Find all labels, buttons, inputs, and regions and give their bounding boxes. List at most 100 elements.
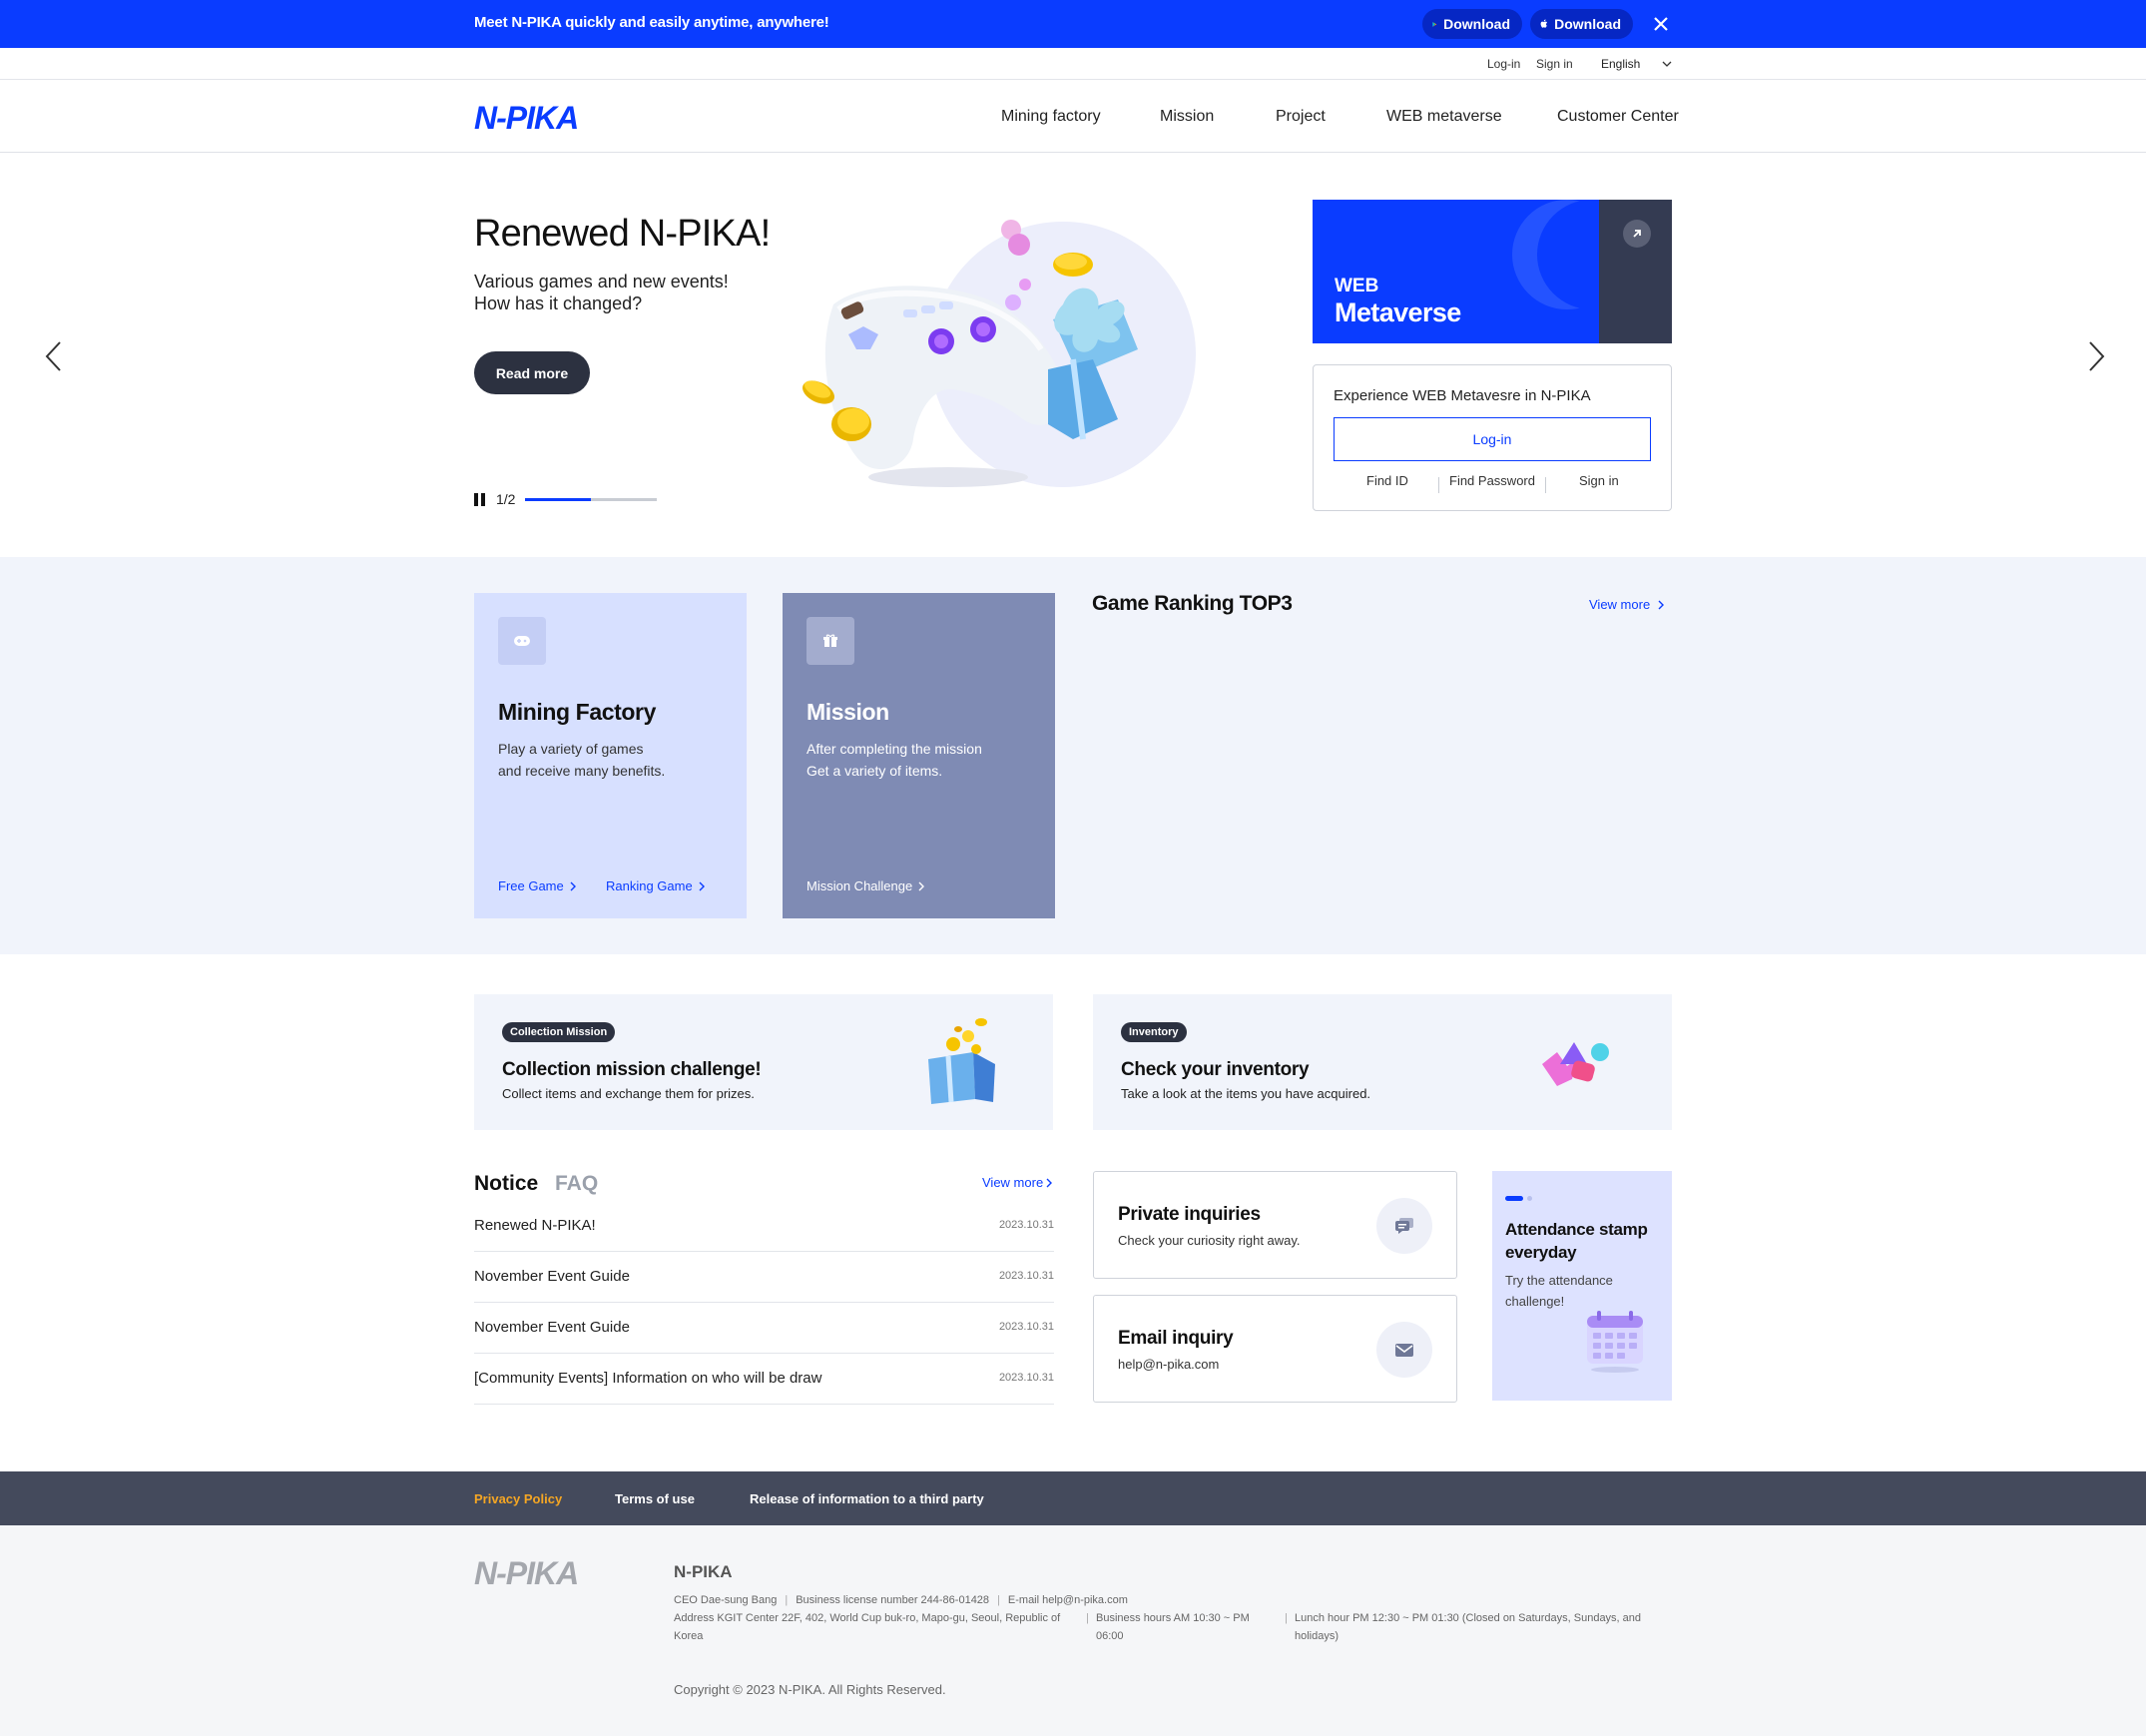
collection-mission-title: Collection mission challenge! bbox=[502, 1059, 762, 1080]
site-logo[interactable]: N-PIKA bbox=[474, 100, 579, 137]
attendance-desc: Try the attendance challenge! bbox=[1505, 1273, 1613, 1309]
ranking-game-link[interactable]: Ranking Game bbox=[606, 878, 705, 893]
collection-mission-badge: Collection Mission bbox=[502, 1022, 616, 1042]
nav-customer-center[interactable]: Customer Center bbox=[1557, 108, 1679, 126]
game-ranking-title: Game Ranking TOP3 bbox=[1092, 592, 1293, 615]
mail-icon bbox=[1376, 1322, 1432, 1378]
hero-pager: 1/2 bbox=[474, 491, 658, 507]
footer-info-row1: CEO Dae-sung Bang | Business license num… bbox=[674, 1591, 1128, 1609]
inventory-banner[interactable]: Inventory Check your inventory Take a lo… bbox=[1093, 994, 1672, 1130]
sign-in-link[interactable]: Sign in bbox=[1579, 473, 1619, 488]
private-inquiry-card[interactable]: Private inquiries Check your curiosity r… bbox=[1093, 1171, 1457, 1279]
inventory-desc: Take a look at the items you have acquir… bbox=[1121, 1086, 1371, 1101]
close-banner-button[interactable] bbox=[1647, 10, 1675, 38]
mining-factory-desc-line1: Play a variety of games bbox=[498, 741, 644, 757]
notice-row[interactable]: [Community Events] Information on who wi… bbox=[474, 1354, 1054, 1405]
footer-separator: | bbox=[1285, 1612, 1288, 1624]
find-id-link[interactable]: Find ID bbox=[1366, 473, 1408, 488]
ranking-view-more-label: View more bbox=[1589, 597, 1651, 612]
close-icon bbox=[1654, 17, 1668, 31]
main-header: N-PIKA Mining factory Mission Project WE… bbox=[0, 80, 2146, 153]
hero-prev-button[interactable] bbox=[36, 336, 76, 376]
privacy-policy-link[interactable]: Privacy Policy bbox=[474, 1491, 562, 1506]
chevron-right-icon bbox=[1658, 600, 1665, 609]
chevron-right-icon bbox=[1046, 1178, 1053, 1187]
apple-icon bbox=[1540, 19, 1548, 28]
free-game-label: Free Game bbox=[498, 878, 564, 893]
login-button[interactable]: Log-in bbox=[1334, 417, 1651, 461]
arrow-up-right-icon bbox=[1633, 230, 1641, 238]
metaverse-open-button[interactable] bbox=[1623, 220, 1651, 248]
nav-mission[interactable]: Mission bbox=[1160, 108, 1214, 126]
mission-card[interactable]: Mission After completing the mission Get… bbox=[783, 593, 1055, 918]
notice-row[interactable]: November Event Guide 2023.10.31 bbox=[474, 1252, 1054, 1303]
footer-lunch: Lunch hour PM 12:30 ~ PM 01:30 (Closed o… bbox=[1295, 1612, 1642, 1642]
attendance-title: Attendance stamp everyday bbox=[1505, 1220, 1648, 1262]
notice-view-more-link[interactable]: View more bbox=[982, 1175, 1053, 1190]
app-store-download-button[interactable]: Download bbox=[1530, 9, 1633, 39]
inventory-badge: Inventory bbox=[1121, 1022, 1187, 1042]
email-inquiry-card[interactable]: Email inquiry help@n-pika.com bbox=[1093, 1295, 1457, 1403]
terms-of-use-link[interactable]: Terms of use bbox=[615, 1491, 695, 1506]
mission-challenge-link[interactable]: Mission Challenge bbox=[806, 878, 925, 893]
google-play-download-button[interactable]: Download bbox=[1422, 9, 1522, 39]
footer-separator: | bbox=[997, 1594, 1000, 1606]
private-inquiry-desc: Check your curiosity right away. bbox=[1118, 1233, 1301, 1248]
mining-factory-card[interactable]: Mining Factory Play a variety of games a… bbox=[474, 593, 747, 918]
notice-view-more-label: View more bbox=[982, 1175, 1044, 1190]
mining-factory-desc-line2: and receive many benefits. bbox=[498, 763, 666, 779]
third-party-info-link[interactable]: Release of information to a third party bbox=[750, 1491, 984, 1506]
category-section bbox=[0, 557, 2146, 954]
hero-next-button[interactable] bbox=[2074, 336, 2114, 376]
app-download-banner: Meet N-PIKA quickly and easily anytime, … bbox=[0, 0, 2146, 48]
chevron-down-icon bbox=[1662, 61, 1672, 67]
chat-icon bbox=[1376, 1198, 1432, 1254]
language-select[interactable]: English bbox=[1601, 57, 1672, 71]
util-login-link[interactable]: Log-in bbox=[1487, 57, 1520, 71]
read-more-button[interactable]: Read more bbox=[474, 351, 590, 394]
carousel-dot[interactable] bbox=[1527, 1196, 1532, 1201]
copyright: Copyright © 2023 N-PIKA. All Rights Rese… bbox=[674, 1682, 946, 1697]
footer-links-bar bbox=[0, 1471, 2146, 1525]
link-divider bbox=[1545, 477, 1546, 493]
hero-progress-bar bbox=[525, 497, 658, 501]
google-play-icon bbox=[1432, 21, 1437, 27]
hero-title: Renewed N-PIKA! bbox=[474, 213, 771, 255]
util-signin-link[interactable]: Sign in bbox=[1536, 57, 1573, 71]
notice-title: November Event Guide bbox=[474, 1319, 630, 1336]
notice-date: 2023.10.31 bbox=[998, 1321, 1054, 1333]
footer-ceo: CEO Dae-sung Bang bbox=[674, 1594, 778, 1606]
tab-faq[interactable]: FAQ bbox=[555, 1172, 598, 1196]
nav-web-metaverse[interactable]: WEB metaverse bbox=[1386, 108, 1502, 126]
mission-title: Mission bbox=[806, 699, 889, 725]
private-inquiry-title: Private inquiries bbox=[1118, 1204, 1261, 1225]
free-game-link[interactable]: Free Game bbox=[498, 878, 576, 893]
carousel-dot-active[interactable] bbox=[1505, 1196, 1523, 1201]
footer-separator: | bbox=[785, 1594, 789, 1606]
notice-row[interactable]: Renewed N-PIKA! 2023.10.31 bbox=[474, 1201, 1054, 1252]
gift-icon bbox=[806, 617, 854, 665]
notice-title: November Event Guide bbox=[474, 1268, 630, 1285]
tab-notice[interactable]: Notice bbox=[474, 1172, 538, 1196]
pause-button[interactable] bbox=[474, 492, 486, 506]
nav-project[interactable]: Project bbox=[1276, 108, 1326, 126]
chevron-right-icon bbox=[918, 881, 925, 890]
hero-progress-fill bbox=[525, 497, 592, 501]
collection-mission-banner[interactable]: Collection Mission Collection mission ch… bbox=[474, 994, 1053, 1130]
login-description: Experience WEB Metavesre in N-PIKA bbox=[1334, 387, 1591, 404]
find-password-link[interactable]: Find Password bbox=[1449, 473, 1535, 488]
ranking-view-more-link[interactable]: View more bbox=[1589, 597, 1665, 612]
nav-mining-factory[interactable]: Mining factory bbox=[1001, 108, 1101, 126]
attendance-carousel-dots bbox=[1505, 1196, 1532, 1201]
email-inquiry-title: Email inquiry bbox=[1118, 1328, 1234, 1349]
mission-challenge-label: Mission Challenge bbox=[806, 878, 913, 893]
pause-icon-bar bbox=[481, 492, 485, 506]
footer-email: E-mail help@n-pika.com bbox=[1007, 1594, 1128, 1606]
gift-box-illustration bbox=[928, 1018, 995, 1104]
notice-row[interactable]: November Event Guide 2023.10.31 bbox=[474, 1303, 1054, 1354]
google-download-label: Download bbox=[1443, 16, 1510, 32]
ranking-game-label: Ranking Game bbox=[606, 878, 693, 893]
collection-mission-desc: Collect items and exchange them for priz… bbox=[502, 1086, 755, 1101]
footer-logo: N-PIKA bbox=[474, 1555, 579, 1591]
footer-address: Address KGIT Center 22F, 402, World Cup … bbox=[674, 1612, 1061, 1642]
